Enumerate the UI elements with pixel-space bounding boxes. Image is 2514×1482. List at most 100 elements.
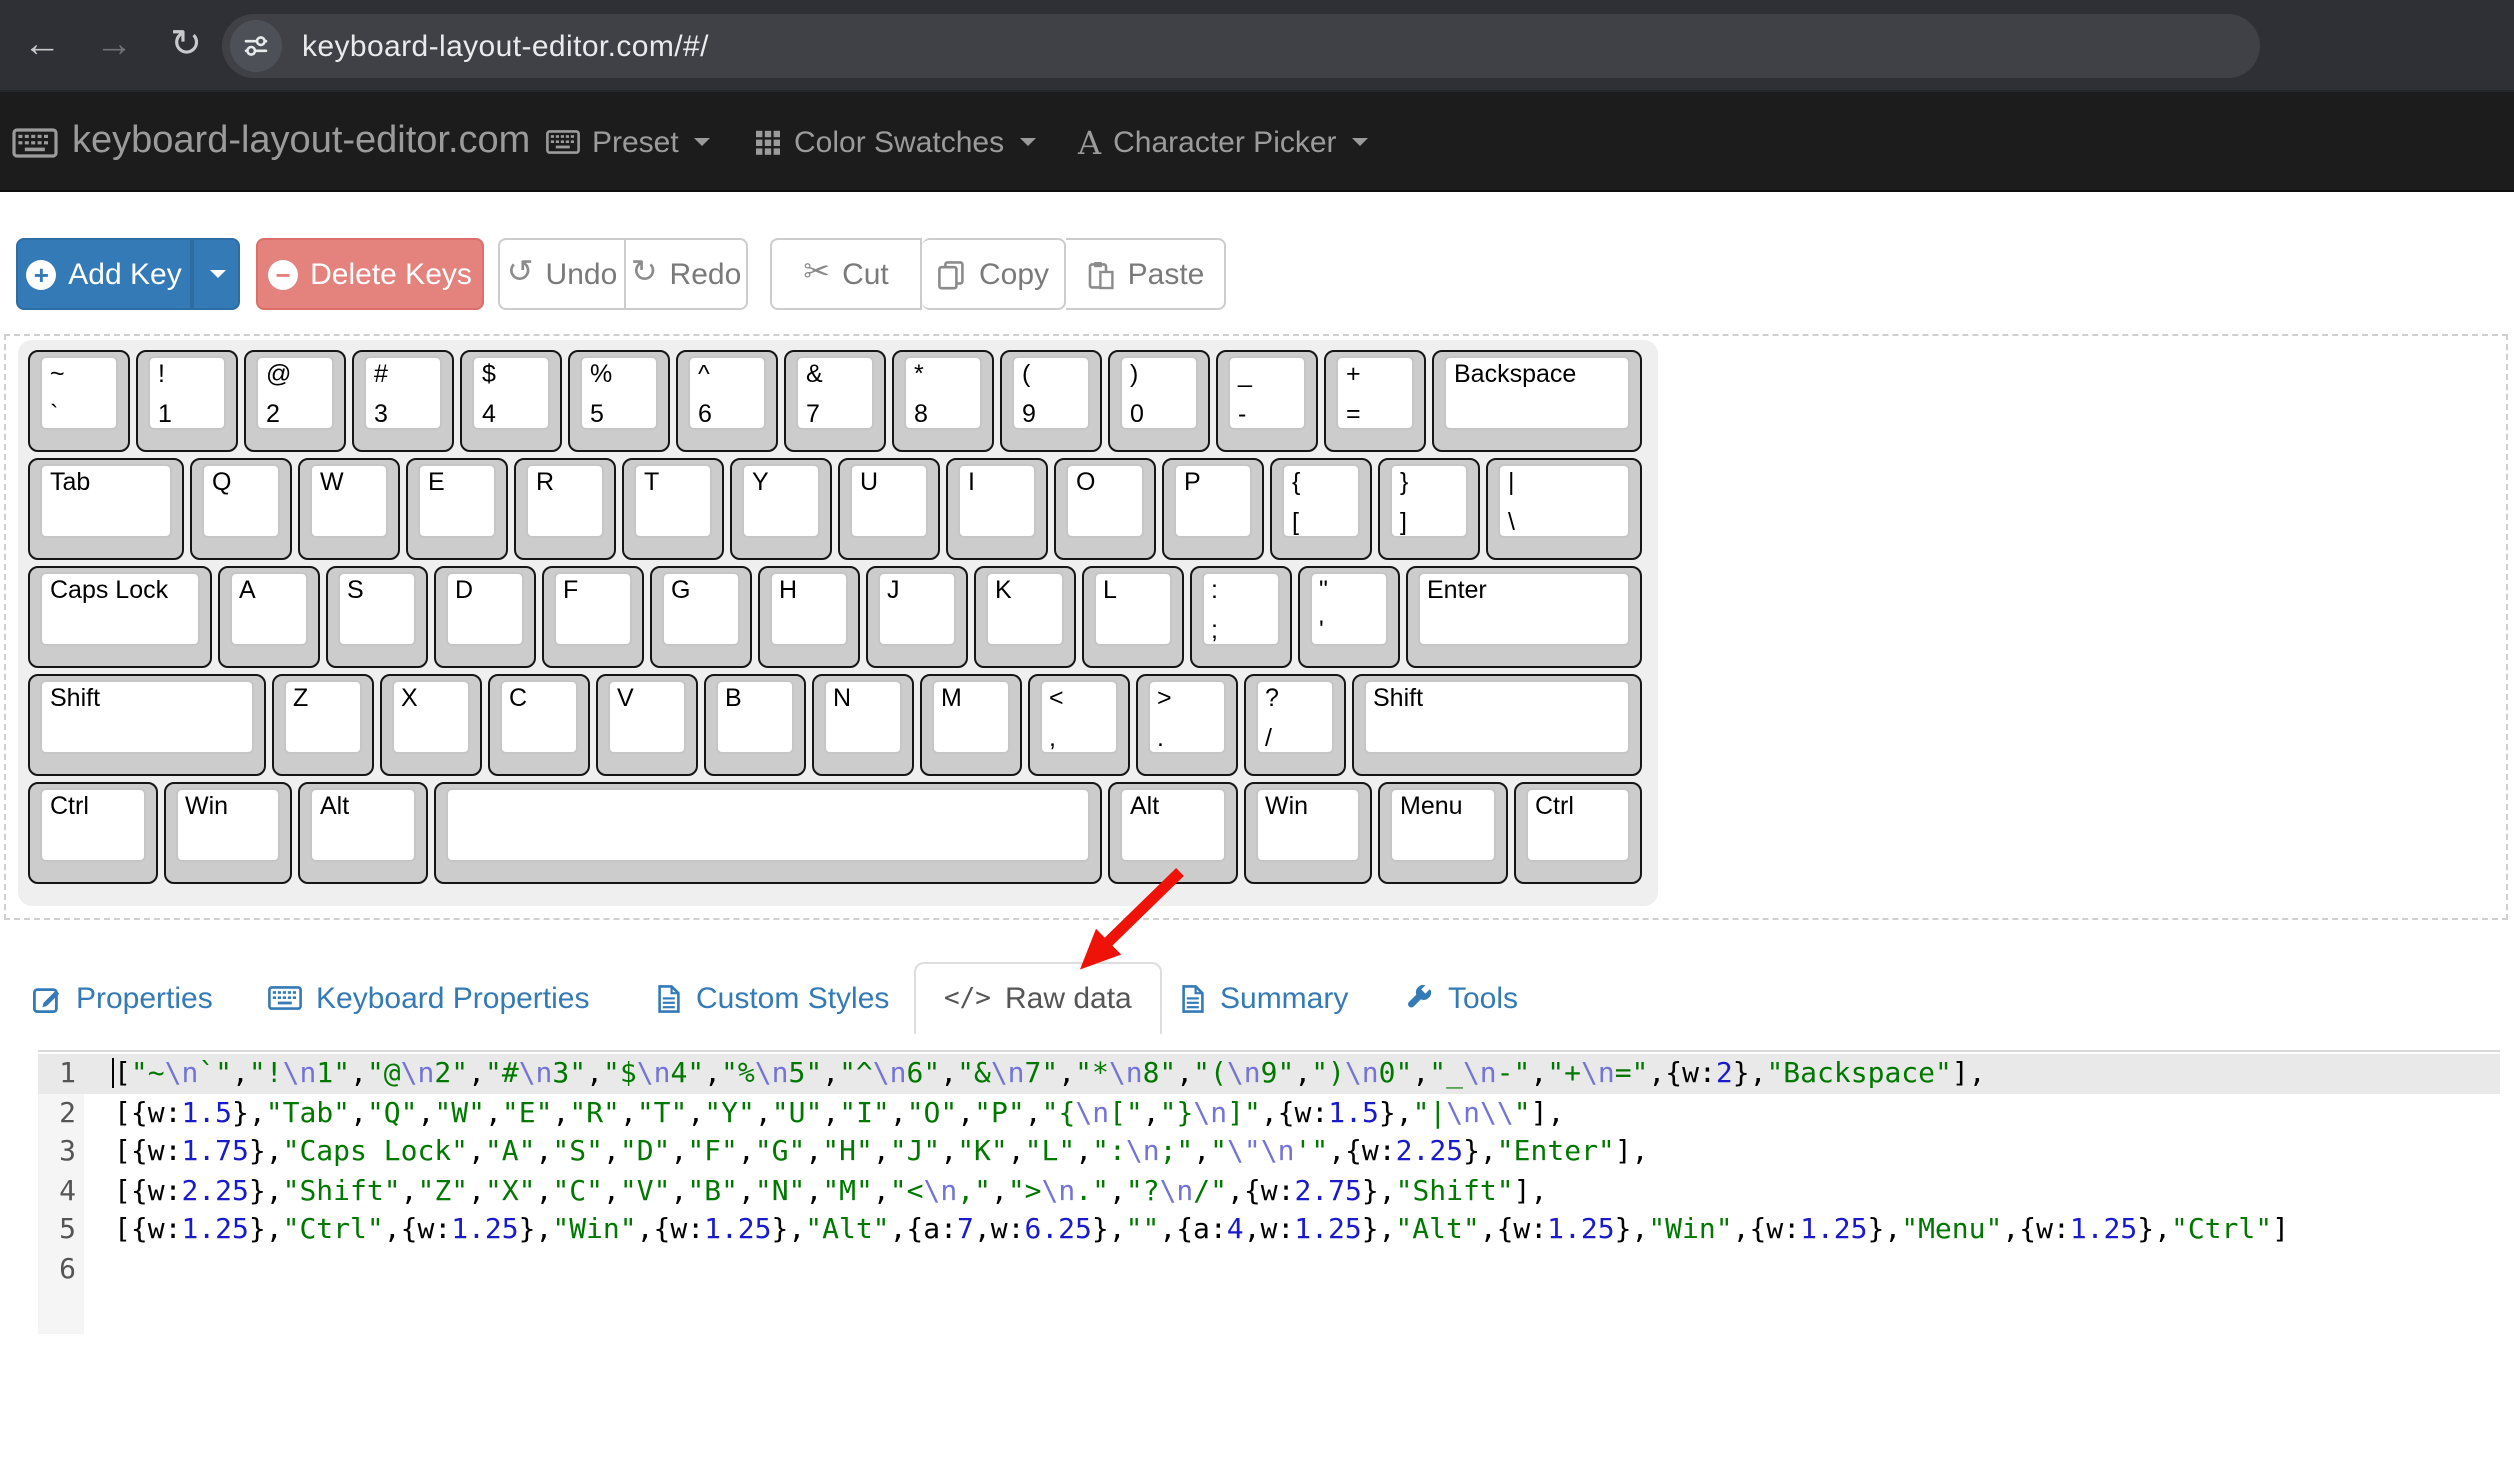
keyboard-key-*[interactable]: *8: [892, 350, 994, 452]
keyboard-key-P[interactable]: P: [1162, 458, 1264, 560]
forward-icon[interactable]: →: [84, 23, 144, 67]
keyboard-key-Alt[interactable]: Alt: [298, 782, 427, 884]
keyboard-key-T[interactable]: T: [622, 458, 724, 560]
keyboard-key-Ctrl[interactable]: Ctrl: [1513, 782, 1642, 884]
keyboard-key-G[interactable]: G: [649, 566, 751, 668]
code-line[interactable]: 6: [38, 1251, 2500, 1290]
tab-raw-data[interactable]: </>Raw data: [914, 962, 1162, 1034]
keyboard-key-Enter[interactable]: Enter: [1405, 566, 1642, 668]
keyboard-key-F[interactable]: F: [541, 566, 643, 668]
key-label-top: $: [482, 360, 496, 388]
keyboard-key-+[interactable]: +=: [1324, 350, 1426, 452]
keyboard-key-W[interactable]: W: [298, 458, 400, 560]
tab-custom-styles[interactable]: Custom Styles: [650, 962, 893, 1034]
keyboard-key-H[interactable]: H: [757, 566, 859, 668]
key-label-bottom: =: [1346, 400, 1361, 428]
keyboard-key-S[interactable]: S: [325, 566, 427, 668]
add-key-button[interactable]: + Add Key: [16, 238, 192, 310]
tab-summary[interactable]: Summary: [1174, 962, 1352, 1034]
keyboard-key-|[interactable]: |\: [1486, 458, 1642, 560]
keyboard-key-_[interactable]: _-: [1216, 350, 1318, 452]
keyboard-key-O[interactable]: O: [1054, 458, 1156, 560]
url-text: keyboard-layout-editor.com/#/: [302, 29, 709, 63]
code-line[interactable]: 5[{w:1.25},"Ctrl",{w:1.25},"Win",{w:1.25…: [38, 1212, 2500, 1251]
keyboard-key-Win[interactable]: Win: [1243, 782, 1372, 884]
keyboard-key-Shift[interactable]: Shift: [1351, 674, 1642, 776]
keyboard-key-Tab[interactable]: Tab: [28, 458, 184, 560]
back-icon[interactable]: ←: [12, 23, 72, 67]
undo-button[interactable]: ↺ Undo: [498, 238, 626, 310]
keyboard-key-X[interactable]: X: [379, 674, 481, 776]
keyboard-key-Menu[interactable]: Menu: [1378, 782, 1507, 884]
raw-data-editor[interactable]: 1["~\n`","!\n1","@\n2","#\n3","$\n4","%\…: [38, 1050, 2500, 1370]
tab-tools[interactable]: Tools: [1400, 962, 1522, 1034]
keyboard-key-Y[interactable]: Y: [730, 458, 832, 560]
keyboard-key-([interactable]: (9: [1000, 350, 1102, 452]
code-line[interactable]: 1["~\n`","!\n1","@\n2","#\n3","$\n4","%\…: [38, 1056, 2500, 1095]
keycap-surface: G: [661, 572, 739, 646]
keyboard-key-Q[interactable]: Q: [190, 458, 292, 560]
keyboard-key-Backspace[interactable]: Backspace: [1432, 350, 1642, 452]
key-label-bottom: 7: [806, 400, 820, 428]
keyboard-key-:[interactable]: :;: [1189, 566, 1291, 668]
keyboard-key-D[interactable]: D: [433, 566, 535, 668]
keyboard-key-"[interactable]: "': [1297, 566, 1399, 668]
keyboard-key-@[interactable]: @2: [244, 350, 346, 452]
keyboard-key-R[interactable]: R: [514, 458, 616, 560]
keyboard-key-U[interactable]: U: [838, 458, 940, 560]
keyboard-key-Win[interactable]: Win: [163, 782, 292, 884]
keyboard-key-~[interactable]: ~`: [28, 350, 130, 452]
keyboard-key-Z[interactable]: Z: [271, 674, 373, 776]
keyboard-key-B[interactable]: B: [703, 674, 805, 776]
keyboard-key-J[interactable]: J: [865, 566, 967, 668]
brand[interactable]: keyboard-layout-editor.com: [12, 92, 530, 192]
add-key-label: Add Key: [68, 257, 181, 291]
keyboard-key-?[interactable]: ?/: [1243, 674, 1345, 776]
keyboard-key-I[interactable]: I: [946, 458, 1048, 560]
delete-keys-button[interactable]: − Delete Keys: [256, 238, 484, 310]
keyboard-key-space[interactable]: [433, 782, 1102, 884]
cut-button[interactable]: ✂ Cut: [770, 238, 922, 310]
tab-keyboard-properties[interactable]: Keyboard Properties: [264, 962, 594, 1034]
copy-button[interactable]: Copy: [922, 238, 1066, 310]
keyboard-key-![interactable]: !1: [136, 350, 238, 452]
reload-icon[interactable]: ↻: [156, 22, 216, 68]
paste-button[interactable]: Paste: [1066, 238, 1226, 310]
keyboard-key-^[interactable]: ^6: [676, 350, 778, 452]
menu-color-swatches[interactable]: Color Swatches: [754, 92, 1036, 192]
keyboard-key-}[interactable]: }]: [1378, 458, 1480, 560]
keyboard-key-Ctrl[interactable]: Ctrl: [28, 782, 157, 884]
keyboard-key-Shift[interactable]: Shift: [28, 674, 265, 776]
address-bar[interactable]: keyboard-layout-editor.com/#/: [222, 14, 2260, 78]
keyboard-key-M[interactable]: M: [919, 674, 1021, 776]
tab-properties[interactable]: Properties: [28, 962, 217, 1034]
menu-character-picker[interactable]: A Character Picker: [1078, 92, 1369, 192]
code-line[interactable]: 4[{w:2.25},"Shift","Z","X","C","V","B","…: [38, 1173, 2500, 1212]
keyboard-key-$[interactable]: $4: [460, 350, 562, 452]
keyboard-key-)[interactable]: )0: [1108, 350, 1210, 452]
menu-preset[interactable]: Preset: [546, 92, 711, 192]
keyboard-key-K[interactable]: K: [973, 566, 1075, 668]
code-line[interactable]: 2[{w:1.5},"Tab","Q","W","E","R","T","Y",…: [38, 1095, 2500, 1134]
redo-button[interactable]: ↻ Redo: [626, 238, 748, 310]
keyboard-key-<[interactable]: <,: [1027, 674, 1129, 776]
keyboard-key-%[interactable]: %5: [568, 350, 670, 452]
key-label-top: O: [1076, 468, 1095, 496]
tune-icon[interactable]: [230, 20, 282, 72]
keyboard-key-V[interactable]: V: [595, 674, 697, 776]
keyboard-key-#[interactable]: #3: [352, 350, 454, 452]
keyboard-key-Alt[interactable]: Alt: [1108, 782, 1237, 884]
key-label-top: H: [779, 576, 797, 604]
keycap-surface: Ctrl: [40, 788, 145, 862]
add-key-dropdown-button[interactable]: [192, 238, 240, 310]
keyboard-key-N[interactable]: N: [811, 674, 913, 776]
code-line[interactable]: 3[{w:1.75},"Caps Lock","A","S","D","F","…: [38, 1134, 2500, 1173]
keyboard-key-E[interactable]: E: [406, 458, 508, 560]
keyboard-key-C[interactable]: C: [487, 674, 589, 776]
keyboard-key-Caps Lock[interactable]: Caps Lock: [28, 566, 211, 668]
keyboard-key-{[interactable]: {[: [1270, 458, 1372, 560]
keyboard-key-&[interactable]: &7: [784, 350, 886, 452]
keyboard-key-L[interactable]: L: [1081, 566, 1183, 668]
keyboard-key-A[interactable]: A: [217, 566, 319, 668]
keyboard-key->[interactable]: >.: [1135, 674, 1237, 776]
